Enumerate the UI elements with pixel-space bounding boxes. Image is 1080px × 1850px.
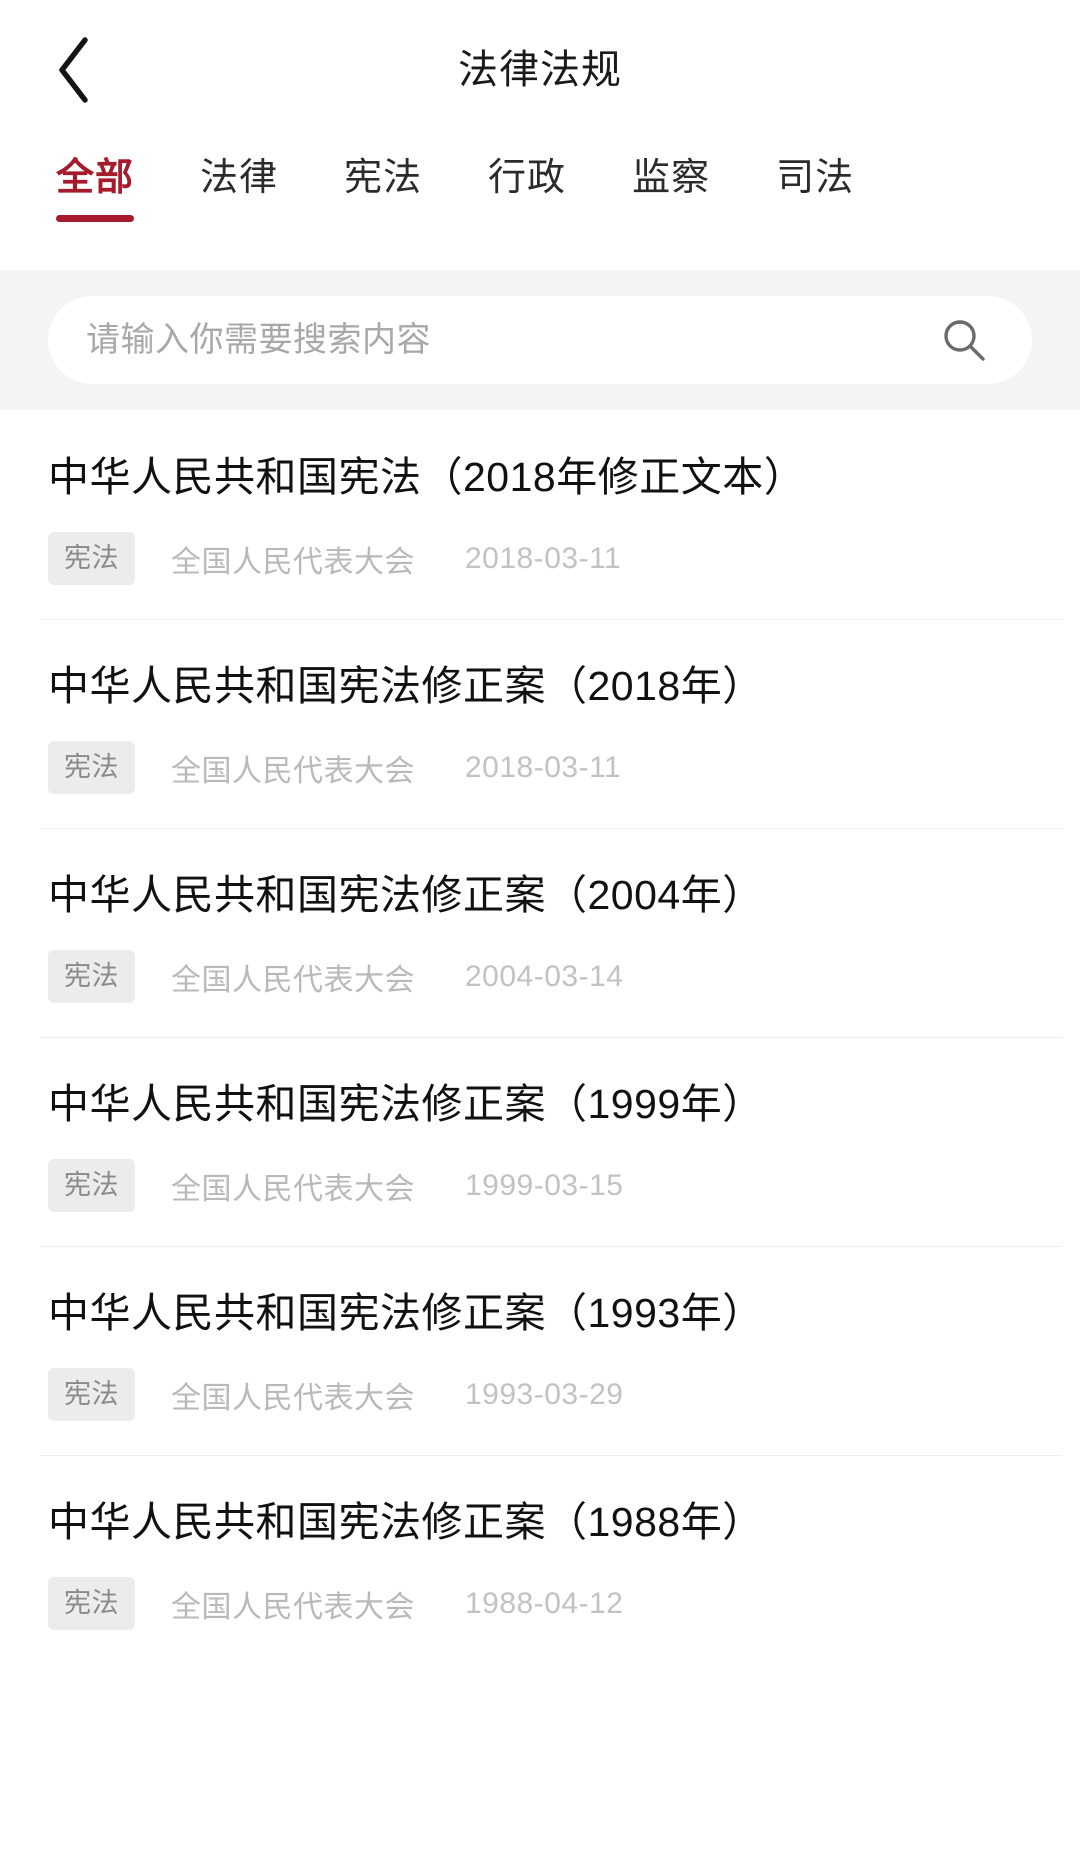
issuing-agency: 全国人民代表大会 [171,963,415,997]
publish-date: 1999-03-15 [465,1168,624,1202]
tab-label: 行政 [488,157,567,199]
list-item[interactable]: 中华人民共和国宪法修正案（1988年） 宪法 全国人民代表大会 1988-04-… [0,1455,1080,1665]
issuing-agency: 全国人民代表大会 [171,1590,415,1624]
app-screen: 法律法规 全部 法律 宪法 行政 监察 司法 请输入你需要搜索内容 中华人民共和… [0,0,1080,1850]
tab-label: 司法 [776,157,855,199]
list-item[interactable]: 中华人民共和国宪法修正案（2004年） 宪法 全国人民代表大会 2004-03-… [0,828,1080,1038]
issuing-agency: 全国人民代表大会 [171,754,415,788]
law-meta: 宪法 全国人民代表大会 1988-04-12 [48,1577,1032,1631]
list-item[interactable]: 中华人民共和国宪法修正案（2018年） 宪法 全国人民代表大会 2018-03-… [0,619,1080,829]
tab-active-indicator [776,215,854,222]
navigation-bar: 法律法规 [0,0,1080,140]
publish-date: 1993-03-29 [465,1377,624,1411]
law-title: 中华人民共和国宪法（2018年修正文本） [48,454,806,500]
law-meta: 宪法 全国人民代表大会 2018-03-11 [48,532,1032,586]
tab-active-indicator [56,214,135,222]
tab-active-indicator [344,215,422,222]
tab-all[interactable]: 全部 [56,140,135,222]
tab-label: 监察 [632,157,711,199]
search-input[interactable] [86,320,936,360]
law-title: 中华人民共和国宪法修正案（2004年） [48,872,764,919]
issuing-agency: 全国人民代表大会 [171,1172,415,1206]
law-meta: 宪法 全国人民代表大会 1993-03-29 [48,1368,1032,1422]
category-badge: 宪法 [48,1577,135,1631]
law-title: 中华人民共和国宪法修正案（1993年） [48,1290,764,1337]
publish-date: 1988-04-12 [465,1586,624,1620]
category-badge: 宪法 [48,532,135,586]
category-badge: 宪法 [48,1159,135,1213]
list-item[interactable]: 中华人民共和国宪法修正案（1999年） 宪法 全国人民代表大会 1999-03-… [0,1037,1080,1247]
tab-law[interactable]: 法律 [200,140,278,222]
tab-label: 宪法 [344,157,423,199]
issuing-agency: 全国人民代表大会 [171,545,415,579]
publish-date: 2018-03-11 [465,541,622,575]
category-badge: 宪法 [48,950,135,1004]
law-title: 中华人民共和国宪法修正案（2018年） [48,663,764,710]
law-meta: 宪法 全国人民代表大会 1999-03-15 [48,1159,1032,1213]
law-meta: 宪法 全国人民代表大会 2018-03-11 [48,741,1032,795]
tab-constitution[interactable]: 宪法 [344,140,422,222]
tab-active-indicator [488,215,566,222]
publish-date: 2004-03-14 [465,959,624,993]
list-item[interactable]: 中华人民共和国宪法（2018年修正文本） 宪法 全国人民代表大会 2018-03… [0,410,1080,620]
back-button[interactable] [34,30,114,110]
publish-date: 2018-03-11 [465,750,622,784]
tab-supervision[interactable]: 监察 [632,140,710,222]
list-item[interactable]: 中华人民共和国宪法修正案（1993年） 宪法 全国人民代表大会 1993-03-… [0,1246,1080,1456]
law-meta: 宪法 全国人民代表大会 2004-03-14 [48,950,1032,1004]
issuing-agency: 全国人民代表大会 [171,1381,415,1415]
page-title: 法律法规 [458,48,622,92]
tab-judicial[interactable]: 司法 [776,140,854,222]
search-icon[interactable] [936,312,992,368]
search-section [0,270,1080,410]
tab-active-indicator [632,215,710,222]
search-box[interactable] [48,296,1032,384]
tab-active-indicator [200,215,278,222]
law-title: 中华人民共和国宪法修正案（1999年） [48,1081,764,1128]
category-badge: 宪法 [48,741,135,795]
law-title: 中华人民共和国宪法修正案（1988年） [48,1499,764,1546]
tab-administrative[interactable]: 行政 [488,140,566,222]
category-tabbar[interactable]: 全部 法律 宪法 行政 监察 司法 [0,140,1080,270]
chevron-left-icon [52,34,96,106]
tab-label: 法律 [200,157,279,199]
category-badge: 宪法 [48,1368,135,1422]
tab-label: 全部 [56,157,135,199]
law-list: 中华人民共和国宪法（2018年修正文本） 宪法 全国人民代表大会 2018-03… [0,410,1080,1850]
